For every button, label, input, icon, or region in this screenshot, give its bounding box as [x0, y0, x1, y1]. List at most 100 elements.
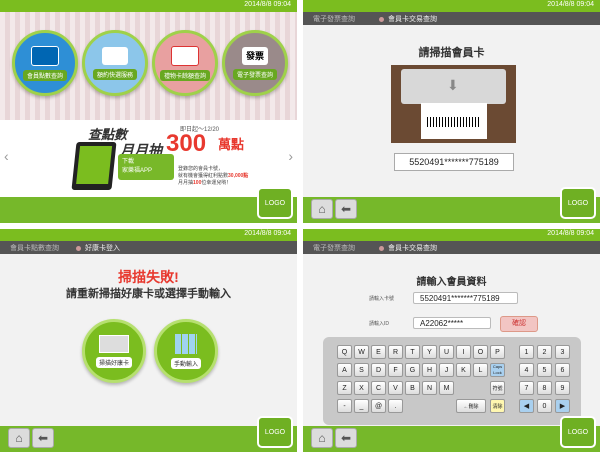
button-label: 掃描好康卡 — [95, 356, 132, 368]
key-6[interactable]: 6 — [555, 363, 570, 377]
key-2[interactable]: 2 — [537, 345, 552, 359]
timestamp: 2014/8/8 09:04 — [244, 230, 291, 237]
key-k[interactable]: K — [456, 363, 471, 377]
scanner-icon: ⬇ — [401, 69, 506, 104]
key-x[interactable]: X — [354, 381, 369, 395]
breadcrumb-current: 會員卡交易查詢 — [379, 243, 437, 253]
key-r[interactable]: R — [388, 345, 403, 359]
note-line: 月月抽 — [178, 180, 194, 186]
key-a[interactable]: A — [337, 363, 352, 377]
promo-banner[interactable]: 查點數 月月抽 即日起～12/20 300 萬點 下載 家樂福APP 登錄您的會員… — [0, 120, 297, 197]
back-arrow-icon[interactable]: ⬅ — [335, 428, 357, 448]
barcode-icon — [427, 117, 481, 127]
key-7[interactable]: 7 — [519, 381, 534, 395]
key-w[interactable]: W — [354, 345, 369, 359]
manual-input-button[interactable]: 手動輸入 — [154, 319, 218, 383]
menu-gift-card[interactable]: 禮物卡餘額查詢 — [152, 30, 218, 96]
key-symbol[interactable]: 符號 — [490, 381, 505, 395]
key-0[interactable]: 0 — [537, 399, 552, 413]
key-4[interactable]: 4 — [519, 363, 534, 377]
key-5[interactable]: 5 — [537, 363, 552, 377]
chevron-left-icon[interactable]: ‹ — [4, 148, 9, 164]
key-g[interactable]: G — [405, 363, 420, 377]
back-arrow-icon[interactable]: ⬅ — [335, 199, 357, 219]
confirm-button[interactable]: 確認 — [500, 316, 538, 332]
key-1[interactable]: 1 — [519, 345, 534, 359]
error-message: 請重新掃描好康卡或選擇手動輸入 — [66, 288, 231, 300]
screen-main-menu: 2014/8/8 09:04 會員點數查詢 額約快選服務 禮物卡餘額查詢 發票 … — [0, 0, 297, 223]
key-8[interactable]: 8 — [537, 381, 552, 395]
key-e[interactable]: E — [371, 345, 386, 359]
key-dot[interactable]: . — [388, 399, 403, 413]
logo: LOGO — [560, 416, 596, 448]
key-v[interactable]: V — [388, 381, 403, 395]
key-3[interactable]: 3 — [555, 345, 570, 359]
timestamp: 2014/8/8 09:04 — [244, 1, 291, 8]
key-q[interactable]: Q — [337, 345, 352, 359]
key-o[interactable]: O — [473, 345, 488, 359]
member-card-icon — [31, 45, 59, 66]
key-m[interactable]: M — [439, 381, 454, 395]
invoice-icon: 發票 — [242, 46, 268, 65]
home-icon[interactable]: ⌂ — [311, 428, 333, 448]
key-h[interactable]: H — [422, 363, 437, 377]
screen-scan-card: 2014/8/8 09:04 電子發票查詢 會員卡交易查詢 請掃描會員卡 ⬇ 55… — [303, 0, 600, 223]
breadcrumb: 電子發票查詢 會員卡交易查詢 — [303, 241, 600, 254]
back-arrow-icon[interactable]: ⬅ — [32, 428, 54, 448]
key-f[interactable]: F — [388, 363, 403, 377]
key-c[interactable]: C — [371, 381, 386, 395]
note-line: 位幸運兒喲！ — [201, 180, 232, 186]
key-at[interactable]: @ — [371, 399, 386, 413]
breadcrumb-item[interactable]: 電子發票查詢 — [313, 14, 355, 24]
menu-label: 禮物卡餘額查詢 — [159, 69, 210, 81]
logo: LOGO — [257, 187, 293, 219]
card-number-field[interactable]: 5520491*******775189 — [413, 292, 518, 304]
arrow-left-icon[interactable]: ◀ — [519, 399, 534, 413]
phone-image — [71, 142, 117, 190]
barcode-card — [421, 103, 487, 139]
key-9[interactable]: 9 — [555, 381, 570, 395]
breadcrumb-item[interactable]: 電子發票查詢 — [313, 243, 355, 253]
menu-e-invoice[interactable]: 發票 電子發票查詢 — [222, 30, 288, 96]
app-badge: 下載 家樂福APP — [118, 154, 174, 180]
key-clear[interactable]: 清除 — [490, 399, 505, 413]
key-b[interactable]: B — [405, 381, 420, 395]
key-hyphen[interactable]: - — [337, 399, 352, 413]
key-caps-lock[interactable]: Caps Lock — [490, 363, 505, 377]
key-s[interactable]: S — [354, 363, 369, 377]
home-icon[interactable]: ⌂ — [311, 199, 333, 219]
breadcrumb-current: 會員卡交易查詢 — [379, 14, 437, 24]
chevron-right-icon[interactable]: › — [288, 148, 293, 164]
key-y[interactable]: Y — [422, 345, 437, 359]
key-d[interactable]: D — [371, 363, 386, 377]
note-line: 登錄您的會員卡號， — [178, 166, 224, 172]
scan-card-button[interactable]: 掃描好康卡 — [82, 319, 146, 383]
menu-label: 會員點數查詢 — [22, 69, 67, 81]
logo: LOGO — [560, 187, 596, 219]
menu-member-points[interactable]: 會員點數查詢 — [12, 30, 78, 96]
app-name: 家樂福APP — [122, 168, 153, 174]
note-value: 30,000點 — [228, 173, 249, 179]
key-u[interactable]: U — [439, 345, 454, 359]
menu-label: 額約快選服務 — [92, 68, 137, 80]
id-field[interactable]: A22062***** — [413, 317, 491, 329]
key-underscore[interactable]: _ — [354, 399, 369, 413]
key-i[interactable]: I — [456, 345, 471, 359]
key-t[interactable]: T — [405, 345, 420, 359]
button-label: 手動輸入 — [170, 357, 201, 369]
card-field-label: 請輸入卡號 — [369, 296, 395, 302]
key-z[interactable]: Z — [337, 381, 352, 395]
menu-quick-service[interactable]: 額約快選服務 — [82, 30, 148, 96]
page-title: 請掃描會員卡 — [418, 47, 485, 59]
key-n[interactable]: N — [422, 381, 437, 395]
key-l[interactable]: L — [473, 363, 488, 377]
key-p[interactable]: P — [490, 345, 505, 359]
key-backspace[interactable]: ←刪除 — [456, 399, 486, 413]
arrow-right-icon[interactable]: ▶ — [555, 399, 570, 413]
logo: LOGO — [257, 416, 293, 448]
note-line: 就有機會獲得紅利點數 — [178, 173, 229, 179]
breadcrumb-item[interactable]: 會員卡點數查詢 — [10, 243, 59, 253]
document-icon — [102, 46, 128, 65]
home-icon[interactable]: ⌂ — [8, 428, 30, 448]
key-j[interactable]: J — [439, 363, 454, 377]
